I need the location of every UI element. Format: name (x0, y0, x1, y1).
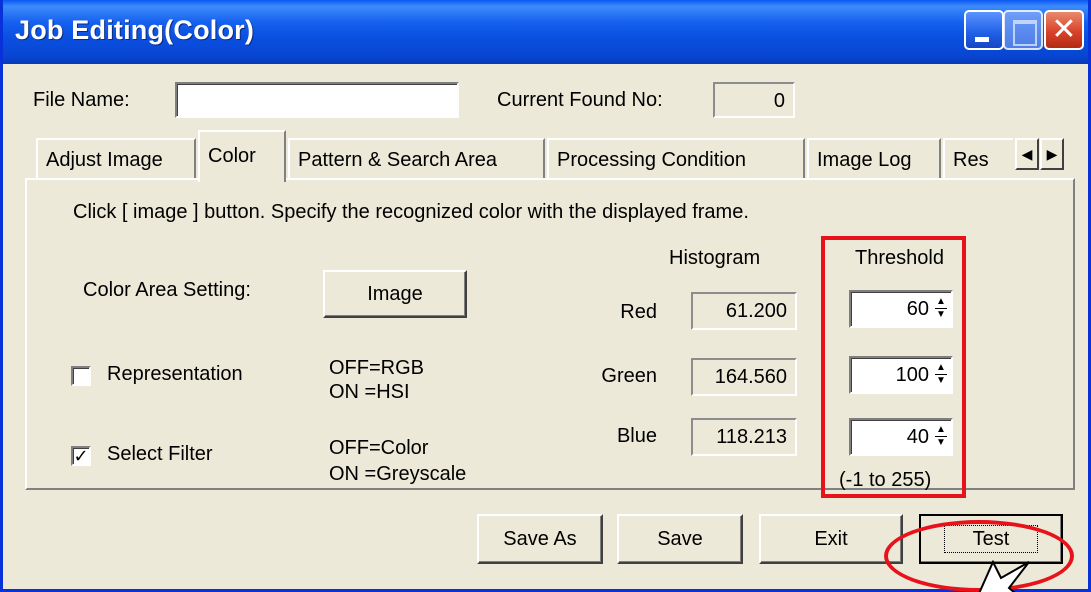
tab-processing-condition[interactable]: Processing Condition (547, 138, 805, 180)
representation-note-on: ON =HSI (329, 381, 410, 403)
current-found-value: 0 (713, 82, 795, 118)
tab-scroll-right-icon[interactable]: ▶ (1040, 138, 1064, 170)
tab-adjust-image[interactable]: Adjust Image (36, 138, 196, 180)
blue-histogram-value: 118.213 (691, 418, 797, 456)
file-name-label: File Name: (33, 89, 130, 111)
minimize-button[interactable] (964, 10, 1004, 50)
red-histogram-value: 61.200 (691, 292, 797, 330)
mouse-pointer-icon (978, 560, 1030, 592)
maximize-button (1003, 10, 1043, 50)
representation-note-off: OFF=RGB (329, 357, 425, 379)
tab-color[interactable]: Color (198, 130, 286, 182)
red-label: Red (620, 301, 657, 323)
title-bar[interactable]: Job Editing(Color) ✕ (3, 0, 1088, 64)
job-editing-window: Job Editing(Color) ✕ File Name: Current … (0, 0, 1091, 592)
color-area-setting-label: Color Area Setting: (83, 279, 251, 301)
threshold-highlight-frame (821, 236, 966, 498)
file-name-field[interactable] (175, 82, 459, 118)
close-icon: ✕ (1051, 13, 1077, 46)
histogram-header: Histogram (669, 247, 761, 269)
representation-label: Representation (107, 363, 243, 385)
blue-label: Blue (616, 425, 657, 447)
save-button[interactable]: Save (617, 514, 743, 564)
tab-scroll-left-icon[interactable]: ◀ (1015, 138, 1039, 170)
tab-image-log[interactable]: Image Log (807, 138, 941, 180)
save-as-button[interactable]: Save As (477, 514, 603, 564)
tab-pattern-search-area[interactable]: Pattern & Search Area (288, 138, 545, 180)
select-filter-label: Select Filter (107, 443, 213, 465)
exit-button[interactable]: Exit (759, 514, 903, 564)
representation-checkbox[interactable] (71, 366, 91, 386)
select-filter-note-off: OFF=Color (329, 437, 429, 459)
select-filter-checkbox[interactable]: ✓ (71, 446, 91, 466)
green-histogram-value: 164.560 (691, 358, 797, 396)
tab-strip: Adjust Image Color Pattern & Search Area… (3, 130, 1088, 182)
current-found-label: Current Found No: (497, 89, 663, 111)
image-button[interactable]: Image (323, 270, 467, 318)
instruction-text: Click [ image ] button. Specify the reco… (73, 201, 749, 223)
select-filter-note-on: ON =Greyscale (329, 463, 467, 485)
close-button[interactable]: ✕ (1044, 10, 1084, 50)
window-title: Job Editing(Color) (15, 15, 255, 45)
tab-res[interactable]: Res (943, 138, 1013, 180)
green-label: Green (601, 365, 657, 387)
